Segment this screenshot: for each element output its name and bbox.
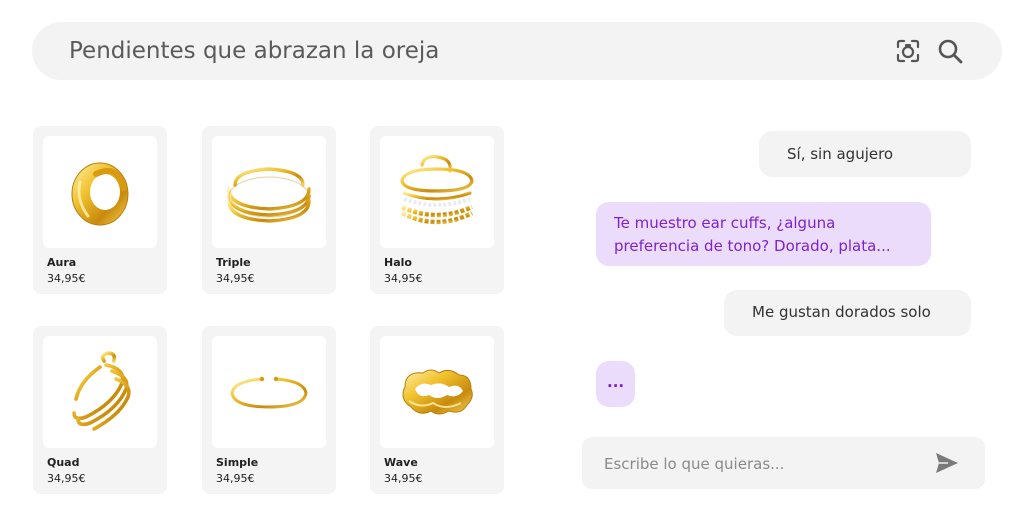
chat-input[interactable] <box>602 437 926 491</box>
product-card-halo[interactable]: Halo 34,95€ <box>370 126 504 294</box>
product-card-triple[interactable]: Triple 34,95€ <box>202 126 336 294</box>
product-price: 34,95€ <box>47 472 86 485</box>
product-name: Simple <box>216 456 259 469</box>
product-price: 34,95€ <box>216 272 255 285</box>
typing-indicator: ... <box>596 361 635 407</box>
product-name: Halo <box>384 256 412 269</box>
product-card-simple[interactable]: Simple 34,95€ <box>202 326 336 494</box>
send-icon[interactable] <box>934 451 960 475</box>
product-price: 34,95€ <box>384 472 423 485</box>
product-image-halo[interactable] <box>380 136 494 248</box>
product-card-quad[interactable]: Quad 34,95€ <box>33 326 167 494</box>
product-image-quad[interactable] <box>43 336 157 448</box>
product-card-wave[interactable]: Wave 34,95€ <box>370 326 504 494</box>
search-query-text[interactable]: Pendientes que abrazan la oreja <box>69 22 439 80</box>
product-image-aura[interactable] <box>43 136 157 248</box>
product-image-triple[interactable] <box>212 136 326 248</box>
product-image-wave[interactable] <box>380 336 494 448</box>
product-price: 34,95€ <box>216 472 255 485</box>
chat-input-bar[interactable] <box>582 437 985 491</box>
product-name: Triple <box>216 256 251 269</box>
product-name: Wave <box>384 456 418 469</box>
product-price: 34,95€ <box>47 272 86 285</box>
product-card-aura[interactable]: Aura 34,95€ <box>33 126 167 294</box>
chat-message-assistant: Te muestro ear cuffs, ¿alguna preferenci… <box>596 202 931 266</box>
search-bar[interactable]: Pendientes que abrazan la oreja <box>32 22 1002 80</box>
chat-message-user: Me gustan dorados solo <box>724 290 971 336</box>
camera-search-icon[interactable] <box>894 37 922 65</box>
product-image-simple[interactable] <box>212 336 326 448</box>
product-name: Aura <box>47 256 77 269</box>
product-name: Quad <box>47 456 80 469</box>
search-icon[interactable] <box>936 37 964 65</box>
product-price: 34,95€ <box>384 272 423 285</box>
chat-message-user: Sí, sin agujero <box>759 131 971 177</box>
